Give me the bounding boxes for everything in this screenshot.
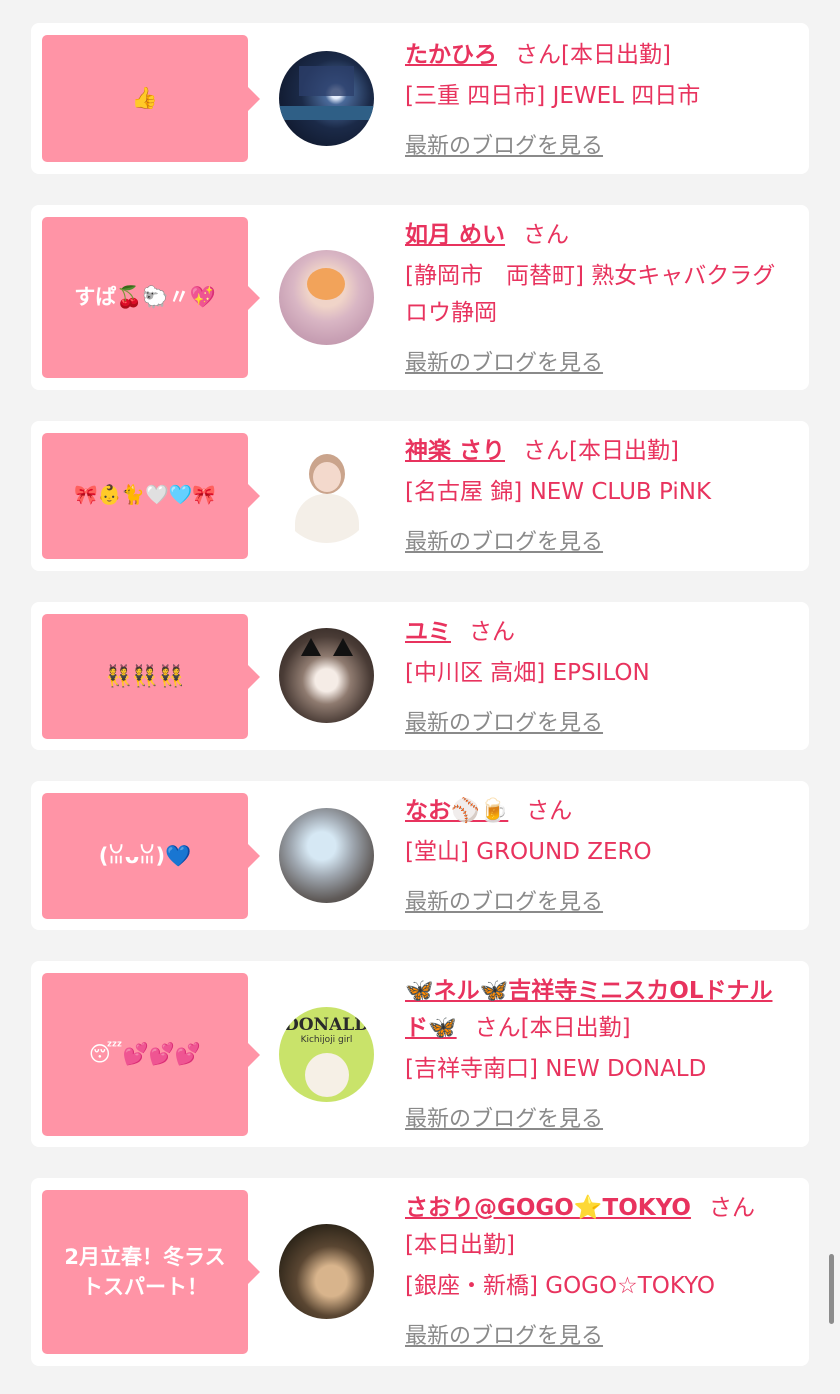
shop-text: [名古屋 錦] NEW CLUB PiNK: [405, 479, 712, 505]
shop-text: [堂山] GROUND ZERO: [405, 839, 652, 865]
status-text: [本日出勤]: [561, 42, 671, 68]
shop-text: [銀座・新橋] GOGO☆TOKYO: [405, 1273, 716, 1299]
status-text: [本日出勤]: [520, 1015, 631, 1041]
scrollbar-thumb[interactable]: [829, 1254, 834, 1324]
post-info: なお⚾️🍺 さん [堂山] GROUND ZERO 最新のブログを見る: [405, 793, 789, 921]
comment-bubble: 2月立春！冬ラストスパート！: [42, 1190, 260, 1354]
blog-link[interactable]: 最新のブログを見る: [405, 1318, 789, 1355]
comment-bubble: すぱ🍒🐑〃💖: [42, 217, 260, 378]
status-text: [本日出勤]: [405, 1232, 515, 1258]
post-info: さおり@GOGO⭐TOKYO さん [本日出勤] [銀座・新橋] GOGO☆TOK…: [405, 1190, 789, 1355]
blog-link[interactable]: 最新のブログを見る: [405, 705, 789, 742]
comment-bubble: 👍: [42, 35, 260, 162]
girl-name-link[interactable]: さおり@GOGO⭐TOKYO: [405, 1195, 691, 1221]
shop-text: [吉祥寺南口] NEW DONALD: [405, 1056, 707, 1082]
avatar[interactable]: DONALD Kichijoji girl: [279, 1007, 374, 1102]
honorific: さん: [523, 438, 570, 464]
post-card: (ꈍᴗꈍ)💙 なお⚾️🍺 さん [堂山] GROUND ZERO 最新のブログを見…: [31, 781, 809, 930]
girl-name-link[interactable]: なお⚾️🍺: [405, 798, 508, 824]
comment-bubble: 😴💕💕💕: [42, 973, 260, 1136]
comment-bubble: 🎀👶🐈🤍🩵🎀: [42, 433, 260, 559]
post-info: 如月 めい さん [静岡市 両替町] 熟女キャバクラグロウ静岡 最新のブログを見る: [405, 217, 789, 382]
status-text: [本日出勤]: [569, 438, 679, 464]
honorific: さん: [474, 1015, 521, 1041]
post-card: 👯👯👯 ユミ さん [中川区 高畑] EPSILON 最新のブログを見る: [31, 602, 809, 750]
blog-link[interactable]: 最新のブログを見る: [405, 524, 789, 561]
avatar[interactable]: [279, 51, 374, 146]
honorific: さん: [526, 798, 573, 824]
avatar[interactable]: [279, 1224, 374, 1319]
comment-bubble: 👯👯👯: [42, 614, 260, 739]
post-card: 👍 たかひろ さん[本日出勤] [三重 四日市] JEWEL 四日市 最新のブログ…: [31, 23, 809, 174]
honorific: さん: [708, 1195, 755, 1221]
girl-name-link[interactable]: ユミ: [405, 619, 451, 645]
post-info: 神楽 さり さん[本日出勤] [名古屋 錦] NEW CLUB PiNK 最新のブ…: [405, 433, 789, 561]
shop-text: [中川区 高畑] EPSILON: [405, 660, 650, 686]
post-card: 😴💕💕💕 DONALD Kichijoji girl 🦋ネル🦋吉祥寺ミニスカOL…: [31, 961, 809, 1147]
avatar[interactable]: [279, 448, 374, 543]
post-card: 🎀👶🐈🤍🩵🎀 神楽 さり さん[本日出勤] [名古屋 錦] NEW CLUB Pi…: [31, 421, 809, 571]
post-card: 2月立春！冬ラストスパート！ さおり@GOGO⭐TOKYO さん [本日出勤] […: [31, 1178, 809, 1366]
shop-text: [静岡市 両替町] 熟女キャバクラグロウ静岡: [405, 263, 776, 326]
post-info: たかひろ さん[本日出勤] [三重 四日市] JEWEL 四日市 最新のブログを見…: [405, 37, 789, 165]
avatar-logo-subtext: Kichijoji girl: [300, 1035, 353, 1045]
shop-text: [三重 四日市] JEWEL 四日市: [405, 83, 701, 109]
avatar[interactable]: [279, 628, 374, 723]
honorific: さん: [515, 42, 561, 68]
avatar-logo-text: DONALD: [284, 1015, 369, 1035]
girl-name-link[interactable]: 神楽 さり: [405, 438, 505, 464]
blog-link[interactable]: 最新のブログを見る: [405, 128, 789, 165]
avatar[interactable]: [279, 808, 374, 903]
blog-link[interactable]: 最新のブログを見る: [405, 884, 789, 921]
honorific: さん: [523, 222, 570, 248]
girl-name-link[interactable]: たかひろ: [405, 42, 497, 68]
girl-name-link[interactable]: 如月 めい: [405, 222, 505, 248]
comment-bubble: (ꈍᴗꈍ)💙: [42, 793, 260, 919]
avatar[interactable]: [279, 250, 374, 345]
honorific: さん: [469, 619, 515, 645]
post-info: 🦋ネル🦋吉祥寺ミニスカOLドナルド🦋 さん[本日出勤] [吉祥寺南口] NEW D…: [405, 973, 789, 1138]
blog-link[interactable]: 最新のブログを見る: [405, 345, 789, 382]
post-info: ユミ さん [中川区 高畑] EPSILON 最新のブログを見る: [405, 614, 789, 742]
post-card: すぱ🍒🐑〃💖 如月 めい さん [静岡市 両替町] 熟女キャバクラグロウ静岡 最新…: [31, 205, 809, 390]
blog-link[interactable]: 最新のブログを見る: [405, 1101, 789, 1138]
